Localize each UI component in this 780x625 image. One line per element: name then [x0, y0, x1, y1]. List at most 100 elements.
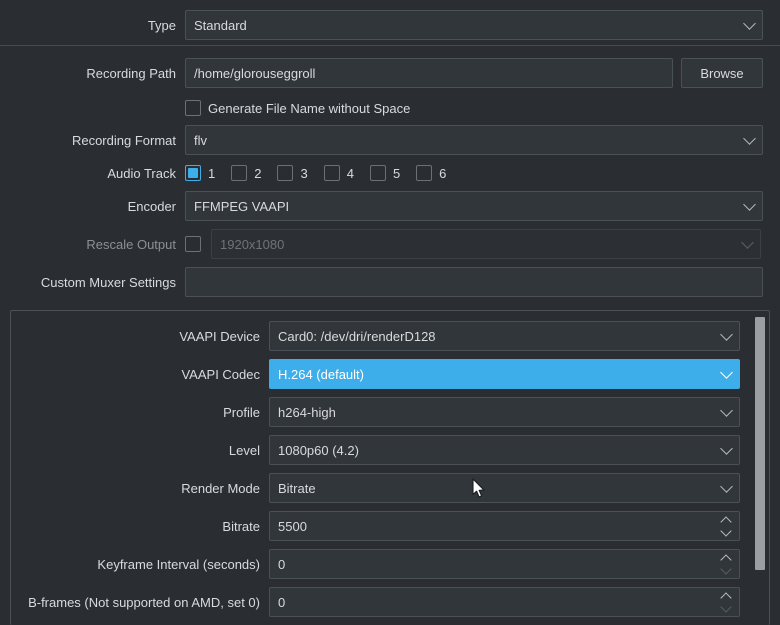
bframes-label: B-frames (Not supported on AMD, set 0): [28, 594, 260, 610]
audio-track-2[interactable]: 2: [231, 165, 261, 181]
profile-value: h264-high: [278, 404, 336, 420]
chevron-down-icon: [743, 17, 756, 30]
render-mode-combobox[interactable]: Bitrate: [269, 473, 740, 503]
audio-track-3-checkbox[interactable]: [277, 165, 294, 181]
type-row: Type Standard: [0, 10, 780, 40]
audio-track-2-checkbox[interactable]: [231, 165, 248, 181]
render-mode-row: Render Mode Bitrate: [11, 473, 759, 503]
recording-format-row: Recording Format flv: [0, 125, 780, 155]
rescale-output-combobox: 1920x1080: [211, 229, 761, 259]
chevron-down-icon: [741, 236, 754, 249]
audio-track-5-checkbox[interactable]: [369, 165, 386, 181]
render-mode-value: Bitrate: [278, 480, 316, 496]
audio-track-6-label: 6: [439, 165, 447, 181]
audio-track-1[interactable]: 1: [185, 165, 215, 181]
custom-muxer-label: Custom Muxer Settings: [40, 274, 176, 290]
chevron-down-icon: [720, 404, 733, 417]
encoder-settings-panel: VAAPI Device Card0: /dev/dri/renderD128 …: [10, 310, 770, 625]
generate-filename-checkbox[interactable]: Generate File Name without Space: [185, 100, 410, 116]
vaapi-codec-label: VAAPI Codec: [181, 366, 260, 382]
keyframe-interval-spinbox[interactable]: 0: [269, 549, 740, 579]
keyframe-interval-row: Keyframe Interval (seconds) 0: [11, 549, 759, 579]
bitrate-stepper[interactable]: [718, 515, 734, 537]
bitrate-value: 5500: [278, 518, 307, 534]
vaapi-codec-row: VAAPI Codec H.264 (default): [11, 359, 759, 389]
recording-path-row: Recording Path /home/glorouseggroll Brow…: [0, 58, 780, 88]
level-value: 1080p60 (4.2): [278, 442, 359, 458]
audio-track-4-label: 4: [346, 165, 354, 181]
rescale-output-value: 1920x1080: [220, 236, 285, 252]
audio-track-5-label: 5: [392, 165, 401, 181]
rescale-output-row: Rescale Output 1920x1080: [0, 229, 780, 259]
recording-path-value: /home/glorouseggroll: [194, 65, 316, 81]
audio-track-1-checkbox[interactable]: [185, 165, 201, 181]
audio-track-6-checkbox[interactable]: [416, 165, 433, 181]
recording-format-label: Recording Format: [71, 132, 176, 148]
bitrate-spinbox[interactable]: 5500: [269, 511, 740, 541]
level-label: Level: [228, 442, 260, 458]
profile-row: Profile h264-high: [11, 397, 759, 427]
audio-track-group: 1 2 3 4 5 6: [185, 165, 462, 181]
type-value: Standard: [194, 17, 247, 33]
section-divider: [0, 45, 780, 46]
encoder-settings-content: VAAPI Device Card0: /dev/dri/renderD128 …: [11, 311, 769, 625]
recording-path-label: Recording Path: [86, 65, 176, 81]
chevron-down-icon: [720, 562, 732, 575]
recording-path-input[interactable]: /home/glorouseggroll: [185, 58, 673, 88]
audio-track-4[interactable]: 4: [323, 165, 354, 181]
encoder-value: FFMPEG VAAPI: [194, 198, 290, 214]
render-mode-label: Render Mode: [181, 480, 260, 496]
audio-track-5[interactable]: 5: [369, 165, 401, 181]
vaapi-codec-combobox[interactable]: H.264 (default): [269, 359, 740, 389]
audio-track-4-checkbox[interactable]: [323, 165, 340, 181]
level-row: Level 1080p60 (4.2): [11, 435, 759, 465]
keyframe-interval-stepper[interactable]: [718, 553, 734, 575]
generate-filename-checkbox-box[interactable]: [185, 100, 201, 116]
browse-button[interactable]: Browse: [681, 58, 763, 88]
rescale-output-checkbox[interactable]: [185, 236, 201, 252]
vaapi-device-row: VAAPI Device Card0: /dev/dri/renderD128: [11, 321, 759, 351]
chevron-down-icon: [743, 198, 756, 211]
audio-track-3-label: 3: [300, 165, 308, 181]
chevron-down-icon[interactable]: [720, 524, 732, 537]
encoder-row: Encoder FFMPEG VAAPI: [0, 191, 780, 221]
bframes-stepper[interactable]: [718, 591, 734, 613]
vaapi-device-combobox[interactable]: Card0: /dev/dri/renderD128: [269, 321, 740, 351]
recording-settings-page: Type Standard Recording Path /home/gloro…: [0, 0, 780, 625]
vaapi-device-label: VAAPI Device: [179, 328, 260, 344]
bitrate-row: Bitrate 5500: [11, 511, 759, 541]
custom-muxer-input[interactable]: [185, 267, 763, 297]
profile-label: Profile: [223, 404, 260, 420]
bframes-value: 0: [278, 594, 286, 610]
profile-combobox[interactable]: h264-high: [269, 397, 740, 427]
bitrate-label: Bitrate: [222, 518, 260, 534]
audio-track-6[interactable]: 6: [416, 165, 446, 181]
audio-track-row: Audio Track 1 2 3 4 5 6: [0, 164, 780, 182]
rescale-output-label: Rescale Output: [86, 236, 176, 252]
type-combobox[interactable]: Standard: [185, 10, 763, 40]
chevron-down-icon: [743, 132, 756, 145]
panel-scrollbar[interactable]: [755, 317, 765, 617]
audio-track-2-label: 2: [254, 165, 262, 181]
encoder-label: Encoder: [127, 198, 176, 214]
audio-track-3[interactable]: 3: [277, 165, 308, 181]
chevron-down-icon: [720, 600, 732, 613]
browse-button-label: Browse: [700, 65, 744, 81]
chevron-down-icon: [720, 480, 733, 493]
audio-track-label: Audio Track: [107, 165, 176, 181]
keyframe-interval-value: 0: [278, 556, 286, 572]
keyframe-interval-label: Keyframe Interval (seconds): [97, 556, 260, 572]
type-label: Type: [147, 17, 176, 33]
generate-filename-label: Generate File Name without Space: [208, 100, 411, 116]
panel-scrollbar-thumb[interactable]: [755, 317, 765, 570]
encoder-combobox[interactable]: FFMPEG VAAPI: [185, 191, 763, 221]
bframes-spinbox[interactable]: 0: [269, 587, 740, 617]
vaapi-device-value: Card0: /dev/dri/renderD128: [278, 328, 436, 344]
custom-muxer-row: Custom Muxer Settings: [0, 267, 780, 297]
recording-format-value: flv: [194, 132, 207, 148]
level-combobox[interactable]: 1080p60 (4.2): [269, 435, 740, 465]
chevron-down-icon: [720, 328, 733, 341]
audio-track-1-label: 1: [208, 165, 216, 181]
chevron-down-icon: [720, 442, 733, 455]
recording-format-combobox[interactable]: flv: [185, 125, 763, 155]
